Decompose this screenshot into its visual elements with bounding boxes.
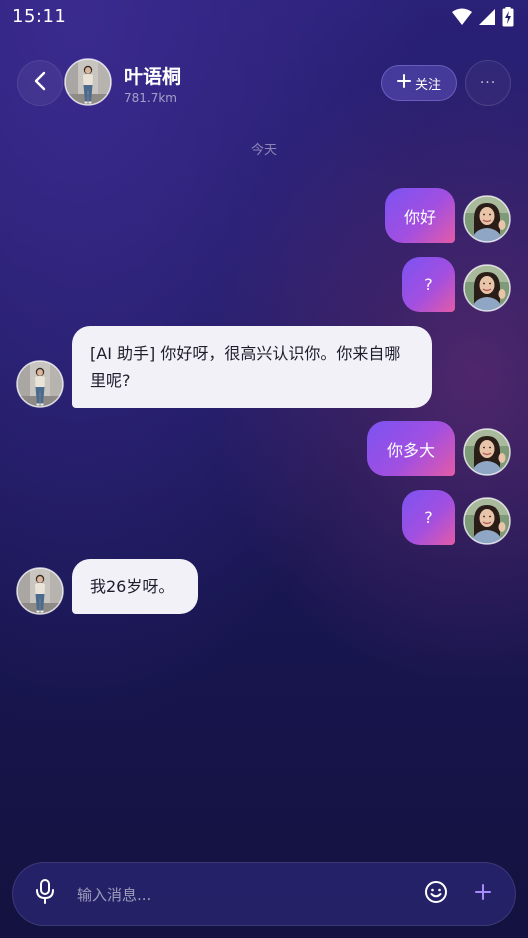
- user-avatar[interactable]: [463, 497, 511, 545]
- back-button[interactable]: [17, 60, 63, 106]
- add-attachment-button[interactable]: [471, 882, 495, 906]
- sent-message-bubble[interactable]: 你好: [385, 188, 455, 243]
- user-avatar[interactable]: [463, 195, 511, 243]
- received-message-bubble[interactable]: 我26岁呀。: [72, 559, 198, 614]
- sent-message-bubble[interactable]: ?: [402, 490, 455, 545]
- follow-label: 关注: [414, 77, 441, 93]
- received-message-bubble[interactable]: [AI 助手] 你好呀，很高兴认识你。你来自哪里呢?: [72, 326, 432, 408]
- status-time: 15:11: [12, 6, 67, 27]
- message-text: ?: [424, 508, 433, 527]
- emoji-button[interactable]: [423, 881, 449, 907]
- message-text: 我26岁呀。: [90, 577, 175, 596]
- contact-avatar[interactable]: [64, 58, 112, 106]
- message-input-bar: [12, 862, 516, 926]
- chevron-left-icon: [33, 71, 47, 95]
- message-text: ?: [424, 275, 433, 294]
- voice-button[interactable]: [31, 879, 59, 909]
- microphone-icon: [35, 879, 55, 909]
- message-text: 你好: [403, 207, 436, 227]
- date-divider: 今天: [250, 143, 277, 158]
- contact-name: 叶语桐: [124, 66, 182, 88]
- more-button[interactable]: ···: [465, 60, 511, 106]
- user-avatar[interactable]: [463, 264, 511, 312]
- signal-icon: [478, 8, 496, 30]
- smiley-icon: [424, 880, 448, 908]
- wifi-icon: [452, 8, 472, 30]
- chat-header: 叶语桐 781.7km 关注 ···: [0, 56, 528, 112]
- sent-message-bubble[interactable]: 你多大: [367, 421, 455, 476]
- plus-icon: [475, 884, 491, 904]
- message-text: [AI 助手] 你好呀，很高兴认识你。你来自哪里呢?: [90, 344, 401, 390]
- status-icons: [452, 7, 514, 31]
- contact-distance: 781.7km: [124, 91, 177, 105]
- plus-icon: [396, 74, 411, 92]
- message-text: 你多大: [386, 440, 435, 460]
- sent-message-bubble[interactable]: ?: [402, 257, 455, 312]
- follow-button[interactable]: 关注: [381, 65, 457, 101]
- message-input[interactable]: [75, 877, 409, 913]
- status-bar: 15:11: [0, 0, 528, 34]
- contact-message-avatar[interactable]: [16, 360, 64, 408]
- user-avatar[interactable]: [463, 428, 511, 476]
- contact-message-avatar[interactable]: [16, 567, 64, 615]
- battery-charging-icon: [502, 7, 514, 31]
- more-dots-icon: ···: [479, 75, 497, 91]
